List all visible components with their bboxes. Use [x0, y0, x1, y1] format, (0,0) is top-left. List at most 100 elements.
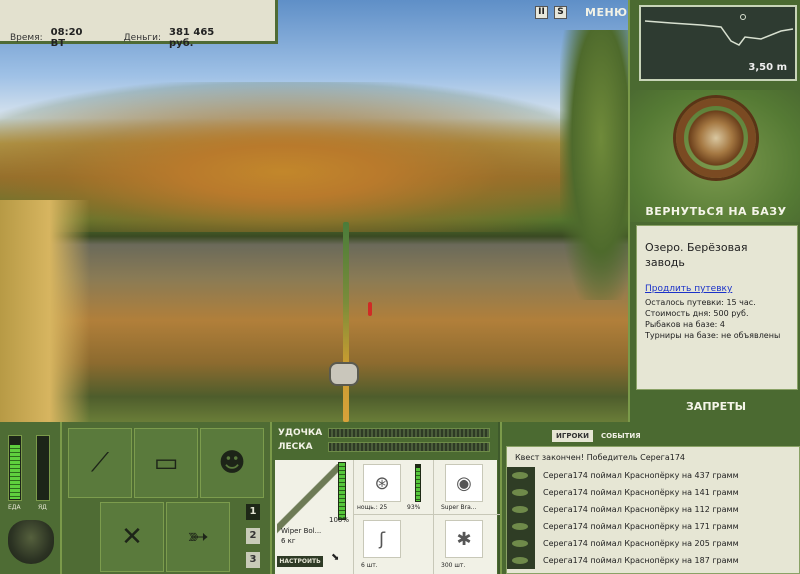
list-item: Серега174 поймал Краснопёрку на 141 грам… — [507, 484, 799, 501]
fishermen-count: Рыбаков на базе: 4 — [645, 320, 725, 329]
divider — [353, 514, 503, 515]
page-1-button[interactable]: 1 — [246, 504, 260, 520]
fishing-scene[interactable] — [0, 0, 628, 422]
cauldron-icon[interactable] — [8, 520, 54, 564]
rod-weight: 6 кг — [281, 537, 296, 545]
hook-item[interactable]: ʃ — [363, 520, 401, 558]
rod-tension-bar — [328, 428, 490, 438]
reel-icon: ⊛ — [374, 472, 390, 494]
reel — [329, 362, 359, 386]
reel-meter-fill — [416, 468, 420, 501]
hook-label: 6 шт. — [361, 562, 378, 569]
rod-condition-fill — [339, 463, 345, 519]
bottom-bar: ЕДА ЯД ⟋ ▭ ☻ ✕ ➳ 1 2 3 УДОЧКА ЛЕСКА 100%… — [0, 422, 800, 574]
divider — [353, 460, 354, 574]
rod-label: УДОЧКА — [278, 428, 323, 438]
quest-message: Квест закончен! Победитель Серега174 — [515, 453, 685, 462]
day-cost: Стоимость дня: 500 руб. — [645, 309, 749, 318]
food-meter — [8, 435, 22, 501]
list-item: Серега174 поймал Краснопёрку на 112 грам… — [507, 501, 799, 518]
fisherman-icon: ☻ — [218, 448, 246, 478]
status-bar: Время: 08:20 ВТ Деньги: 381 465 руб. — [0, 0, 278, 49]
tackle-card: 100% Wiper Bol... 6 кг НАСТРОИТЬ ⬊ ⊛ нощ… — [275, 460, 503, 574]
arrow-icon[interactable]: ⬊ — [331, 552, 343, 564]
line-tension-bar — [328, 442, 490, 452]
permit-remaining: Осталось путевки: 15 час. — [645, 298, 756, 307]
rod-condition-meter — [338, 462, 346, 520]
right-panel: 3,50 m ВЕРНУТЬСЯ НА БАЗУ Озеро. Берёзова… — [628, 0, 800, 422]
s-icon[interactable]: S — [554, 6, 567, 19]
event-text: Серега174 поймал Краснопёрку на 112 грам… — [543, 505, 739, 514]
fish-slot[interactable]: ➳ — [166, 502, 230, 572]
poison-label: ЯД — [38, 504, 47, 511]
list-item: Серега174 поймал Краснопёрку на 437 грам… — [507, 467, 799, 484]
time-value: 08:20 ВТ — [50, 27, 83, 49]
fish-icon — [507, 484, 535, 501]
fish-icon: ➳ — [187, 522, 209, 552]
base-emblem[interactable] — [630, 90, 800, 222]
rod-condition: 100% — [329, 516, 350, 524]
line-label: ЛЕСКА — [278, 442, 313, 452]
rod-row: УДОЧКА — [278, 428, 490, 438]
page-2-button[interactable]: 2 — [246, 528, 260, 544]
top-controls: II S МЕНЮ — [535, 6, 628, 19]
events-panel: ИГРОКИ СОБЫТИЯ Квест закончен! Победител… — [500, 422, 800, 574]
autumn-trees — [0, 82, 628, 232]
bobber — [368, 302, 372, 316]
tab-events[interactable]: СОБЫТИЯ — [597, 430, 645, 442]
ship-wheel-icon — [676, 98, 756, 178]
depth-value: 3,50 m — [748, 62, 787, 73]
fish-icon — [507, 467, 535, 484]
list-item: Серега174 поймал Краснопёрку на 171 грам… — [507, 518, 799, 535]
return-to-base-button[interactable]: ВЕРНУТЬСЯ НА БАЗУ — [630, 205, 800, 218]
bait-item[interactable]: ✱ — [445, 520, 483, 558]
tackle-box-slot[interactable]: ▭ — [134, 428, 198, 498]
pause-icon[interactable]: II — [535, 6, 548, 19]
money-label: Деньги: — [123, 33, 162, 43]
time-label: Время: — [10, 33, 43, 43]
event-text: Серега174 поймал Краснопёрку на 141 грам… — [543, 488, 739, 497]
bans-button[interactable]: ЗАПРЕТЫ — [630, 400, 800, 413]
reel-label: нощь.: 25 — [357, 504, 388, 511]
food-meter-fill — [10, 444, 20, 499]
tackle-box-icon: ▭ — [153, 448, 179, 478]
lake-info: Озеро. Берёзовая заводь Продлить путевку… — [636, 225, 798, 390]
fisherman-slot[interactable]: ☻ — [200, 428, 264, 498]
meters-panel: ЕДА ЯД — [0, 422, 62, 574]
fish-icon — [507, 501, 535, 518]
line-item[interactable]: ◉ — [445, 464, 483, 502]
right-tree — [560, 30, 628, 300]
food-label: ЕДА — [8, 504, 21, 511]
reel-meter — [415, 464, 421, 502]
rod-name: Wiper Bol... — [281, 527, 322, 535]
ant-bait-icon: ✱ — [456, 528, 472, 550]
event-text: Серега174 поймал Краснопёрку на 171 грам… — [543, 522, 739, 531]
money-value: 381 465 руб. — [169, 27, 215, 49]
list-item: Серега174 поймал Краснопёрку на 205 грам… — [507, 535, 799, 552]
fork-knife-icon: ✕ — [121, 522, 143, 552]
divider — [433, 460, 434, 574]
list-item: Серега174 поймал Краснопёрку на 187 грам… — [507, 552, 799, 569]
tackle-panel: УДОЧКА ЛЕСКА 100% Wiper Bol... 6 кг НАСТ… — [270, 422, 503, 574]
fish-icon — [507, 552, 535, 569]
page-3-button[interactable]: 3 — [246, 552, 260, 568]
lake-title: Озеро. Берёзовая заводь — [645, 241, 748, 269]
fish-icon — [507, 518, 535, 535]
adjust-button[interactable]: НАСТРОИТЬ — [277, 556, 323, 567]
extend-permit-link[interactable]: Продлить путевку — [645, 284, 789, 295]
line-row: ЛЕСКА — [278, 442, 490, 452]
tournaments: Турниры на базе: не объявлены — [645, 331, 781, 340]
depth-chart: 3,50 m — [639, 5, 797, 81]
rods-slot[interactable]: ⟋ — [68, 428, 132, 498]
inventory-slots: ⟋ ▭ ☻ ✕ ➳ 1 2 3 — [62, 422, 270, 574]
reel-item[interactable]: ⊛ — [363, 464, 401, 502]
menu-button[interactable]: МЕНЮ — [585, 6, 628, 19]
rod-icon: ⟋ — [90, 447, 110, 478]
tab-players[interactable]: ИГРОКИ — [552, 430, 593, 442]
reel-pct: 93% — [407, 504, 421, 511]
event-text: Серега174 поймал Краснопёрку на 205 грам… — [543, 539, 739, 548]
fishing-rod — [343, 222, 349, 422]
food-slot[interactable]: ✕ — [100, 502, 164, 572]
events-tabs: ИГРОКИ СОБЫТИЯ — [552, 430, 645, 442]
fish-icon — [507, 535, 535, 552]
